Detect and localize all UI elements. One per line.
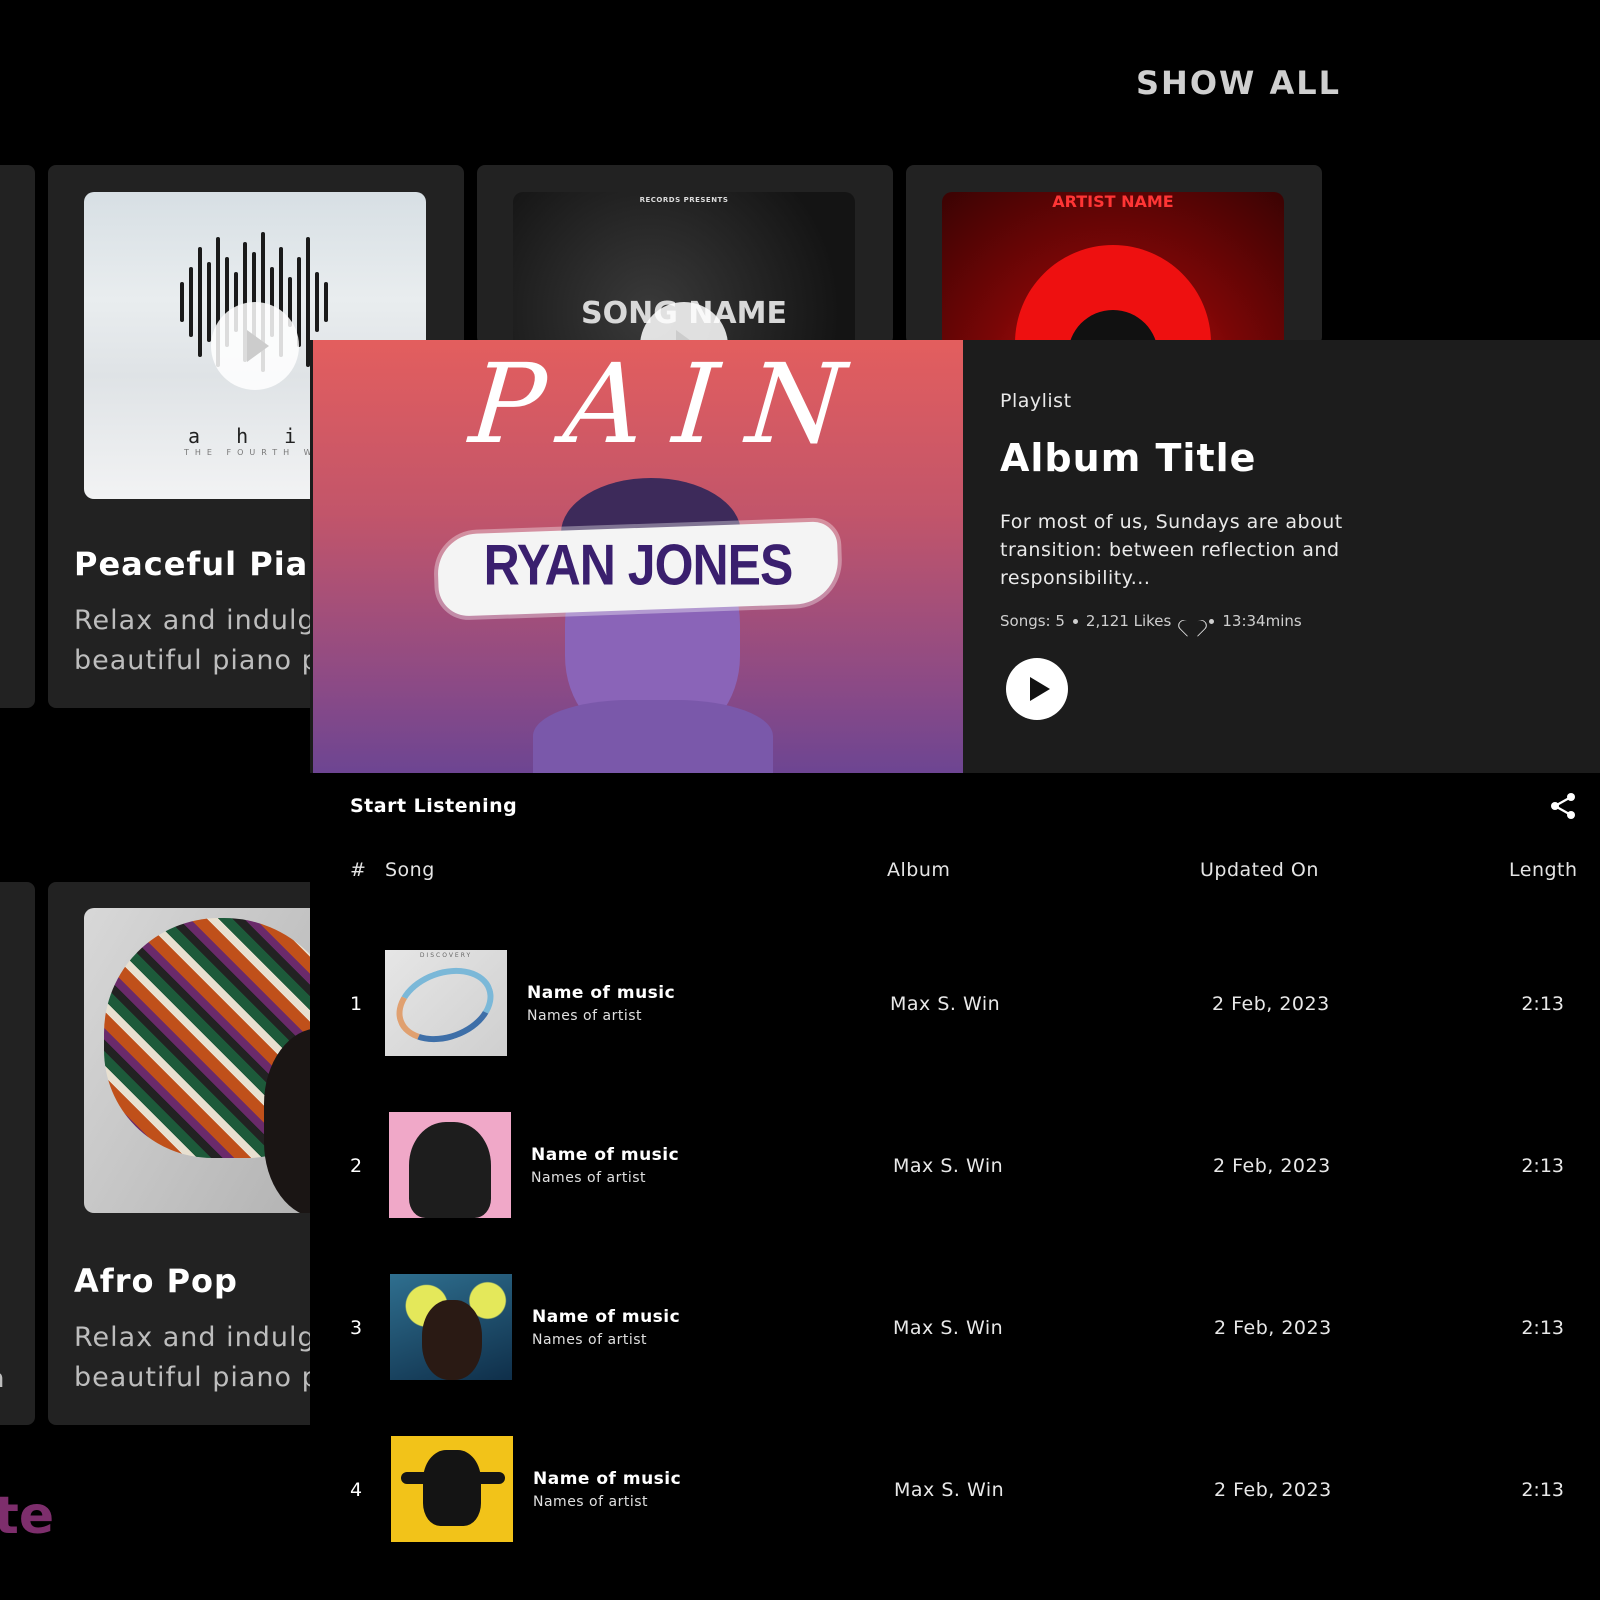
track-album[interactable]: Max S. Win xyxy=(893,1317,1003,1339)
playlist-cover-art: PAIN RYAN JONES xyxy=(313,340,963,773)
track-title[interactable]: Name of music xyxy=(527,983,675,1003)
table-row[interactable]: 4 Name of music Names of artist Max S. W… xyxy=(310,1436,1600,1546)
playlist-kind-label: Playlist xyxy=(1000,390,1072,412)
song-count: Songs: 5 xyxy=(1000,612,1065,630)
play-icon[interactable] xyxy=(211,302,299,390)
track-artist[interactable]: Names of artist xyxy=(531,1170,646,1186)
card-edge-left-2 xyxy=(0,882,35,1425)
track-updated-date: 2 Feb, 2023 xyxy=(1213,1155,1331,1177)
cover-top-text: ARTIST NAME xyxy=(1052,192,1174,211)
column-header-album[interactable]: Album xyxy=(887,859,950,881)
playlist-header: PAIN RYAN JONES Playlist Album Title For… xyxy=(310,340,1600,773)
track-updated-date: 2 Feb, 2023 xyxy=(1212,993,1330,1015)
track-artist[interactable]: Names of artist xyxy=(532,1332,647,1348)
thumbnail-art xyxy=(386,955,504,1055)
track-thumbnail xyxy=(391,1436,513,1542)
card-description: beautiful piano p xyxy=(74,645,320,676)
track-title[interactable]: Name of music xyxy=(532,1307,680,1327)
card-desc-fragment: n xyxy=(0,1364,4,1394)
column-header-index: # xyxy=(350,859,367,881)
track-thumbnail xyxy=(390,1274,512,1380)
separator-dot xyxy=(1072,618,1078,624)
track-thumbnail xyxy=(389,1112,511,1218)
card-cover-image: RECORDS PRESENTS SONG NAME xyxy=(513,192,855,345)
share-icon[interactable] xyxy=(1550,792,1576,820)
card-edge-left xyxy=(0,165,35,708)
table-row[interactable]: 2 Name of music Names of artist Max S. W… xyxy=(310,1112,1600,1222)
cover-portrait-body xyxy=(533,700,773,773)
track-number: 2 xyxy=(350,1155,363,1177)
thumbnail-portrait xyxy=(422,1300,482,1380)
column-header-song[interactable]: Song xyxy=(385,859,435,881)
playlist-detail-panel: PAIN RYAN JONES Playlist Album Title For… xyxy=(310,340,1600,1600)
table-row[interactable]: 3 Name of music Names of artist Max S. W… xyxy=(310,1274,1600,1384)
album-title: Album Title xyxy=(1000,436,1257,480)
track-album[interactable]: Max S. Win xyxy=(893,1155,1003,1177)
card-title: Peaceful Piar xyxy=(74,545,326,583)
track-updated-date: 2 Feb, 2023 xyxy=(1214,1317,1332,1339)
column-header-updated[interactable]: Updated On xyxy=(1200,859,1319,881)
section-heading-fragment xyxy=(0,780,2,810)
track-title[interactable]: Name of music xyxy=(531,1145,679,1165)
card-title: Afro Pop xyxy=(74,1262,238,1300)
track-length: 2:13 xyxy=(1521,993,1564,1015)
album-stats: Songs: 5 2,121 Likes 13:34mins xyxy=(1000,612,1302,630)
show-all-link[interactable]: SHOW ALL xyxy=(1136,64,1341,102)
card-description: Relax and indulg xyxy=(74,1322,316,1353)
album-description: For most of us, Sundays are about transi… xyxy=(1000,511,1343,589)
track-length: 2:13 xyxy=(1521,1155,1564,1177)
like-count: 2,121 Likes xyxy=(1085,612,1172,630)
total-duration: 13:34mins xyxy=(1222,612,1302,630)
play-icon[interactable] xyxy=(1006,658,1068,720)
separator-dot xyxy=(1209,618,1215,624)
column-header-length[interactable]: Length xyxy=(1509,859,1578,881)
heart-icon[interactable] xyxy=(1183,613,1201,629)
thumbnail-art xyxy=(409,1122,491,1218)
playlist-card-song-name[interactable]: RECORDS PRESENTS SONG NAME xyxy=(477,165,893,345)
card-description: Relax and indulg xyxy=(74,605,316,636)
track-length: 2:13 xyxy=(1521,1479,1564,1501)
section-heading-fragment: te xyxy=(0,1486,55,1546)
thumbnail-art xyxy=(423,1450,481,1526)
cover-script-text: PAIN xyxy=(465,340,880,468)
start-listening-heading: Start Listening xyxy=(350,795,518,817)
track-number: 1 xyxy=(350,993,363,1015)
track-length: 2:13 xyxy=(1521,1317,1564,1339)
track-album[interactable]: Max S. Win xyxy=(890,993,1000,1015)
track-number: 3 xyxy=(350,1317,363,1339)
track-updated-date: 2 Feb, 2023 xyxy=(1214,1479,1332,1501)
card-cover-image: ARTIST NAME xyxy=(942,192,1284,345)
track-artist[interactable]: Names of artist xyxy=(527,1008,642,1024)
table-row[interactable]: 1 DISCOVERY Name of music Names of artis… xyxy=(310,950,1600,1060)
track-thumbnail: DISCOVERY xyxy=(385,950,507,1056)
card-description: beautiful piano p xyxy=(74,1362,320,1393)
track-album[interactable]: Max S. Win xyxy=(894,1479,1004,1501)
cover-top-text: RECORDS PRESENTS xyxy=(639,196,729,204)
track-artist[interactable]: Names of artist xyxy=(533,1494,648,1510)
thumbnail-tag: DISCOVERY xyxy=(419,952,473,959)
playlist-card-artist-name[interactable]: ARTIST NAME xyxy=(906,165,1322,345)
cover-artist-name: RYAN JONES xyxy=(483,532,794,598)
track-title[interactable]: Name of music xyxy=(533,1469,681,1489)
track-number: 4 xyxy=(350,1479,363,1501)
cover-brand-subtext: THE FOURTH WA xyxy=(184,448,329,457)
